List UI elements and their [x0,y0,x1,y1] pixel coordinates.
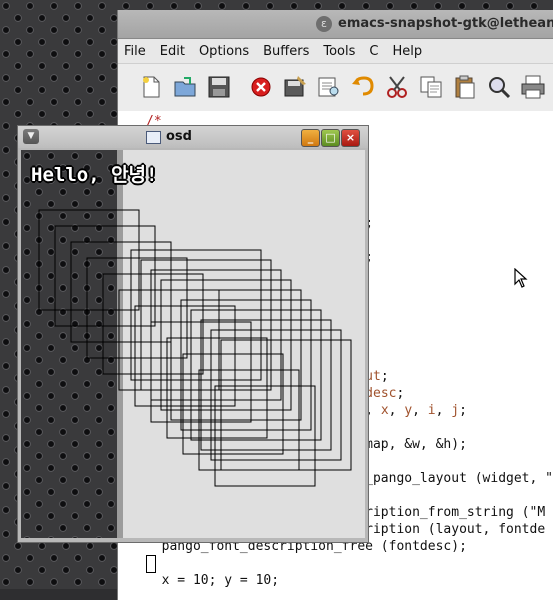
copy-button[interactable] [418,74,444,100]
osd-box [182,353,284,455]
osd-overlay-text: Hello, 안녕! [31,164,158,186]
save-button[interactable] [206,74,232,100]
save-icon [208,76,230,98]
window-icon [146,131,161,144]
code-line: x = 10; y = 10; [146,572,279,589]
close-buffer-button[interactable] [248,74,274,100]
emacs-window-title: emacs-snapshot-gtk@lethean [338,16,553,31]
osd-window-title: osd [166,129,192,144]
code-token: ; [459,403,467,418]
paste-icon [455,75,475,99]
minimize-button[interactable]: _ [301,129,320,147]
osd-box [214,385,316,487]
cut-button[interactable] [384,74,410,100]
print-preview-icon [318,77,339,97]
menu-tools[interactable]: Tools [323,44,355,59]
menu-file[interactable]: File [124,44,146,59]
window-menu-icon[interactable]: ▼ [23,129,39,144]
copy-icon [420,76,442,98]
menu-edit[interactable]: Edit [160,44,185,59]
osd-box [102,273,204,375]
print-preview-button[interactable] [316,74,342,100]
menu-options[interactable]: Options [199,44,249,59]
osd-titlebar[interactable]: ▼ osd _ □ × [18,126,368,148]
cut-icon [387,76,407,98]
new-file-icon [143,76,160,98]
osd-canvas: Hello, 안녕! [21,150,365,538]
search-icon [489,77,511,99]
text-cursor [146,555,156,573]
mouse-pointer-icon [514,268,528,288]
code-token: i [427,403,436,418]
print-button[interactable] [520,74,546,100]
open-file-icon [174,77,196,97]
new-file-button[interactable] [138,74,164,100]
close-button[interactable]: × [341,129,360,147]
osd-box [134,305,236,407]
code-token: ; [380,369,389,384]
save-as-button[interactable] [282,74,308,100]
menu-c[interactable]: C [369,44,378,59]
open-file-button[interactable] [172,74,198,100]
code-token: , [412,403,428,418]
osd-box-pattern [38,209,352,487]
osd-box [70,241,172,343]
osd-box [166,337,268,439]
menu-buffers[interactable]: Buffers [263,44,309,59]
code-token: , [388,403,405,418]
code-token: x = 10; y = 10; [146,573,280,588]
emacs-app-icon: ε [316,16,332,32]
osd-box [38,209,140,311]
osd-box [118,289,220,391]
print-icon [521,75,545,99]
code-token: j [451,403,460,418]
maximize-button[interactable]: □ [321,129,340,147]
osd-window: ▼ osd _ □ × Hello, 안녕! [17,125,369,543]
close-buffer-icon [251,77,271,97]
emacs-menubar: File Edit Options Buffers Tools C Help [118,39,553,64]
search-button[interactable] [486,74,512,100]
undo-button[interactable] [350,74,376,100]
emacs-toolbar [118,64,553,113]
undo-icon [352,76,374,96]
code-token: x [380,403,389,418]
emacs-titlebar[interactable]: ε emacs-snapshot-gtk@lethean [118,10,553,39]
code-token: ; [396,386,405,401]
save-as-icon [284,76,306,97]
paste-button[interactable] [452,74,478,100]
code-token: y [404,403,413,418]
menu-help[interactable]: Help [392,44,422,59]
code-token: , [435,403,452,418]
osd-box [86,257,188,359]
osd-box [54,225,156,327]
